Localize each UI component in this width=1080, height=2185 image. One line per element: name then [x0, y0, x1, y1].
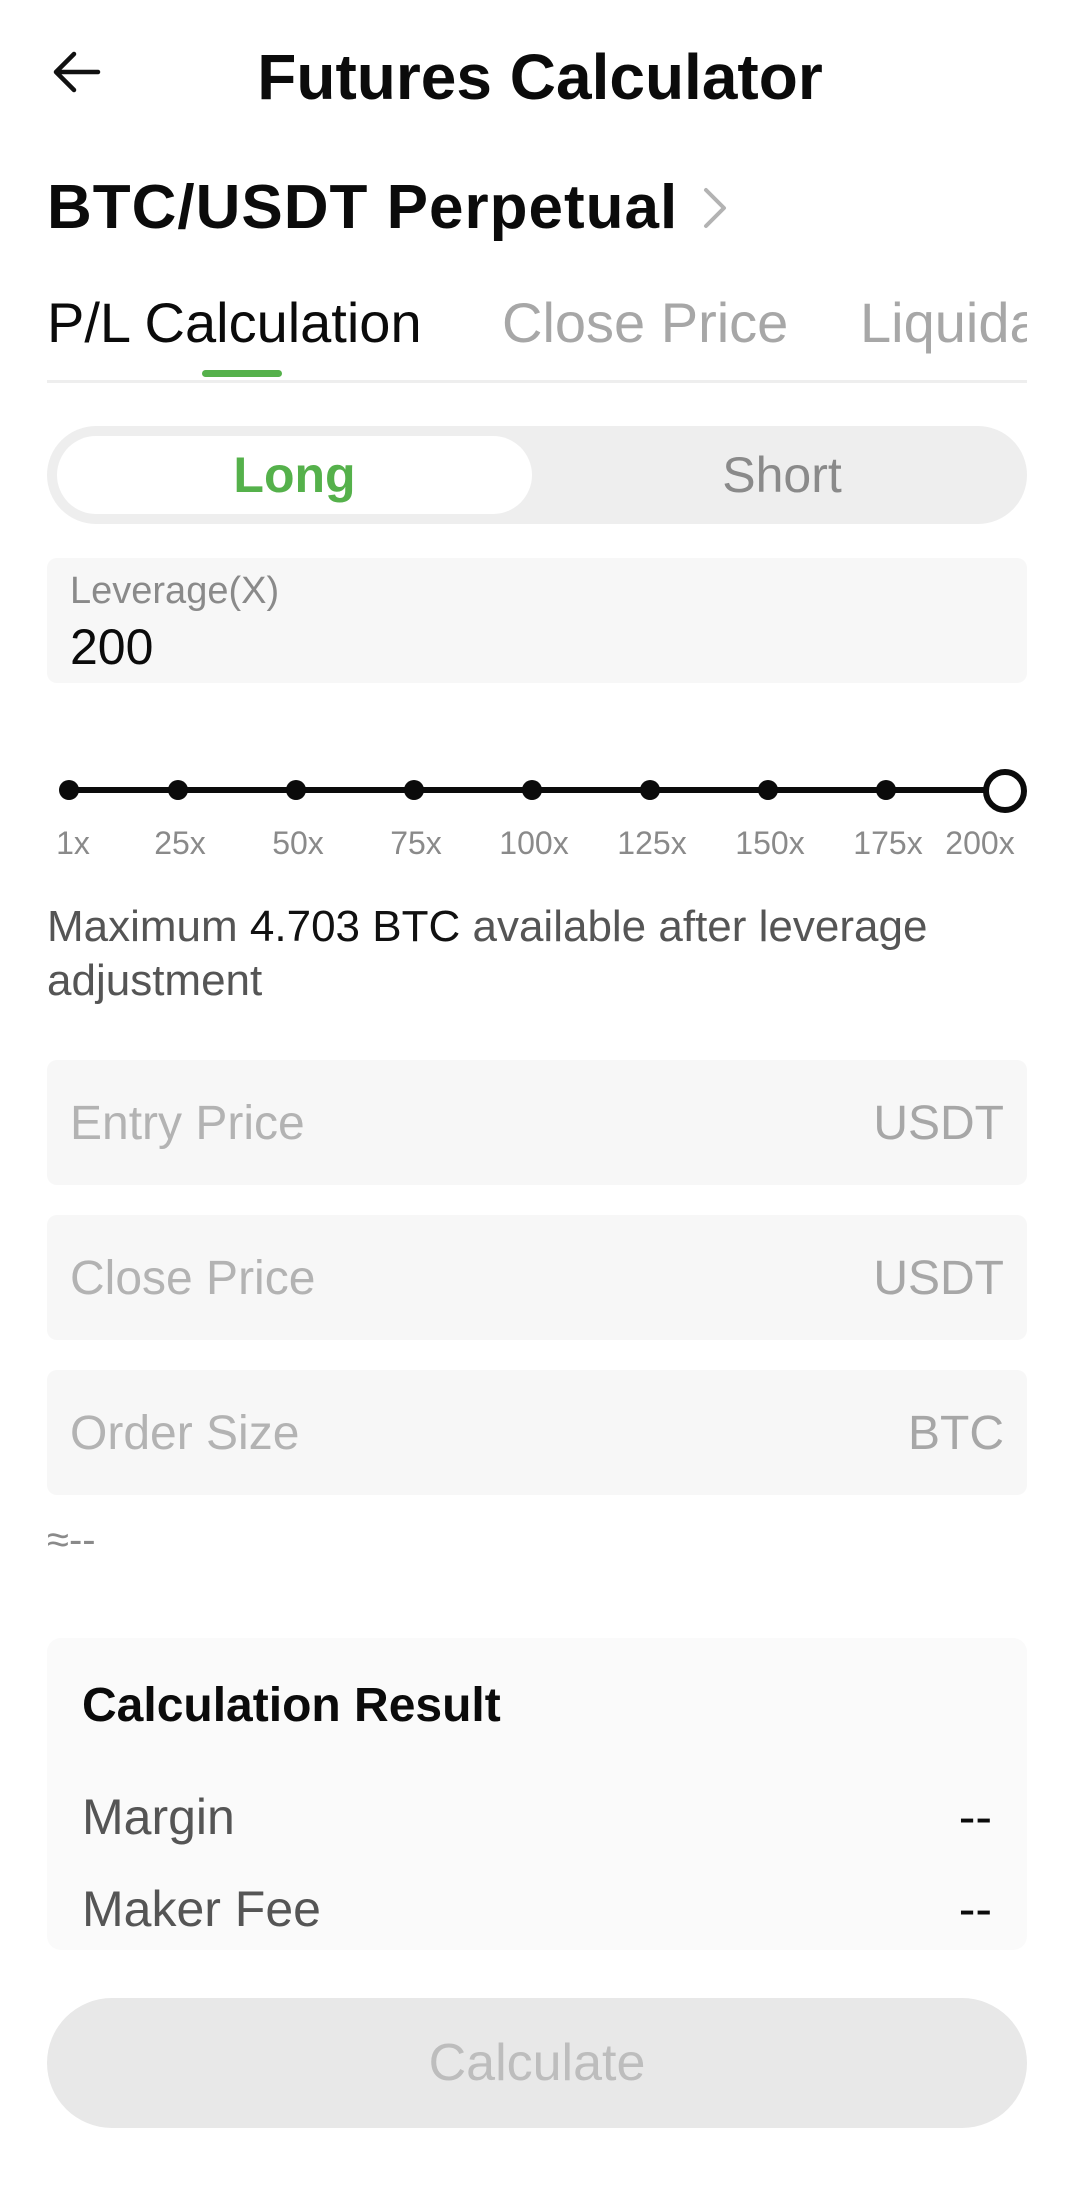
slider-stop[interactable] — [758, 780, 778, 800]
slider-stop[interactable] — [640, 780, 660, 800]
max-prefix: Maximum — [47, 902, 250, 951]
slider-label: 50x — [272, 825, 324, 861]
slider-stop[interactable] — [522, 780, 542, 800]
slider-label: 1x — [56, 825, 90, 861]
slider-stop[interactable] — [168, 780, 188, 800]
leverage-field[interactable]: Leverage(X) 200 — [47, 558, 1027, 683]
long-button[interactable]: Long — [57, 436, 532, 514]
pair-name: BTC/USDT Perpetual — [47, 173, 679, 242]
slider-label: 200x — [945, 825, 1015, 861]
leverage-value[interactable]: 200 — [70, 618, 153, 676]
result-value: -- — [958, 1789, 992, 1845]
result-value: -- — [958, 1881, 992, 1937]
active-tab-indicator — [202, 370, 282, 377]
slider-stop[interactable] — [876, 780, 896, 800]
result-row-maker-fee: Maker Fee -- — [82, 1880, 992, 1938]
close-price-unit: USDT — [873, 1252, 1004, 1305]
order-size-placeholder: Order Size — [70, 1407, 300, 1460]
slider-label: 75x — [390, 825, 442, 861]
close-price-input[interactable]: Close Price USDT — [47, 1215, 1027, 1340]
leverage-label: Leverage(X) — [70, 570, 280, 612]
order-size-unit: BTC — [908, 1407, 1004, 1460]
tab-close-price[interactable]: Close Price — [502, 290, 788, 355]
slider-stop[interactable] — [286, 780, 306, 800]
entry-price-input[interactable]: Entry Price USDT — [47, 1060, 1027, 1185]
slider-label: 100x — [499, 825, 569, 861]
calculator-tabs: P/L Calculation Close Price Liquidati — [47, 290, 1027, 383]
slider-label: 175x — [853, 825, 923, 861]
entry-price-placeholder: Entry Price — [70, 1097, 305, 1150]
result-row-margin: Margin -- — [82, 1788, 992, 1846]
order-size-input[interactable]: Order Size BTC — [47, 1370, 1027, 1495]
slider-label: 125x — [617, 825, 687, 861]
slider-label: 150x — [735, 825, 805, 861]
leverage-slider[interactable]: 1x 25x 50x 75x 100x 125x 150x 175x 200x — [47, 765, 1027, 875]
calculation-result-card: Calculation Result Margin -- Maker Fee -… — [47, 1638, 1027, 1950]
page-title: Futures Calculator — [257, 41, 823, 113]
slider-stop[interactable] — [59, 780, 79, 800]
result-label: Maker Fee — [82, 1881, 321, 1937]
short-button[interactable]: Short — [547, 436, 1017, 514]
slider-stop[interactable] — [404, 780, 424, 800]
direction-toggle: Long Short — [47, 426, 1027, 524]
tab-pl-calculation[interactable]: P/L Calculation — [47, 290, 422, 355]
entry-price-unit: USDT — [873, 1097, 1004, 1150]
slider-label: 25x — [154, 825, 206, 861]
max-amount: 4.703 BTC — [249, 902, 461, 951]
result-label: Margin — [82, 1789, 235, 1845]
chevron-right-icon — [704, 187, 727, 228]
close-price-placeholder: Close Price — [70, 1252, 316, 1305]
calculate-button[interactable]: Calculate — [47, 1998, 1027, 2128]
tab-liquidation[interactable]: Liquidati — [860, 290, 1027, 355]
result-title: Calculation Result — [82, 1679, 501, 1732]
pair-selector[interactable]: BTC/USDT Perpetual — [47, 172, 730, 243]
slider-thumb[interactable] — [983, 769, 1027, 813]
max-available-text: Maximum 4.703 BTC available after levera… — [47, 900, 1007, 1008]
order-size-approx: ≈-- — [47, 1518, 96, 1562]
